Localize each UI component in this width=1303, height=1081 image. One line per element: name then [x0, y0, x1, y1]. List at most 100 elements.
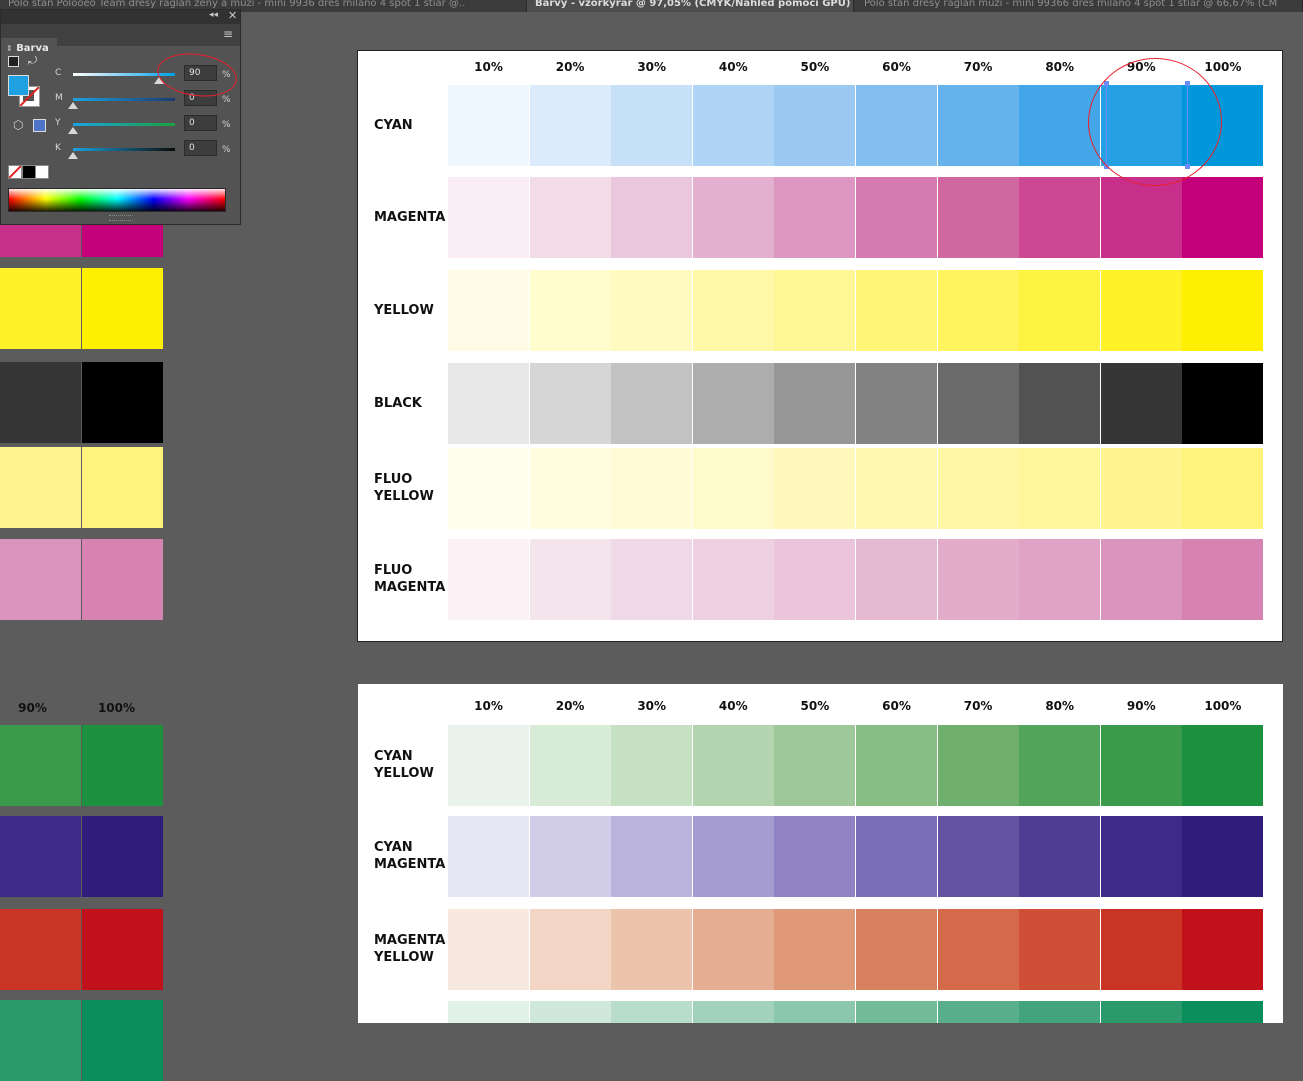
- color-swatch[interactable]: [1019, 539, 1101, 620]
- color-swatch[interactable]: [1182, 909, 1264, 990]
- color-swatch[interactable]: [529, 725, 611, 806]
- color-swatch[interactable]: [1019, 177, 1101, 258]
- color-swatch[interactable]: [82, 1000, 163, 1081]
- color-swatch[interactable]: [611, 270, 693, 351]
- out-of-gamut-cube-icon[interactable]: ⬡: [13, 118, 23, 132]
- color-swatch[interactable]: [856, 539, 937, 620]
- color-swatch[interactable]: [1100, 448, 1182, 529]
- color-swatch[interactable]: [529, 448, 611, 529]
- color-swatch[interactable]: [692, 1001, 774, 1023]
- color-swatch[interactable]: [0, 816, 81, 897]
- color-swatch[interactable]: [937, 909, 1019, 990]
- color-swatch[interactable]: [856, 177, 937, 258]
- color-swatch[interactable]: [611, 448, 693, 529]
- color-swatch[interactable]: [692, 725, 774, 806]
- color-swatch[interactable]: [0, 539, 81, 620]
- color-swatch[interactable]: [937, 1001, 1019, 1023]
- color-swatch[interactable]: [82, 268, 163, 349]
- color-swatch[interactable]: [529, 909, 611, 990]
- color-swatch[interactable]: [82, 362, 163, 443]
- color-swatch[interactable]: [774, 1001, 856, 1023]
- color-swatch[interactable]: [0, 447, 81, 528]
- color-swatch[interactable]: [1019, 270, 1101, 351]
- default-colors-icon[interactable]: [8, 56, 19, 67]
- color-swatch[interactable]: [448, 816, 529, 897]
- panel-menu-icon[interactable]: ≡: [223, 27, 233, 41]
- color-swatch[interactable]: [856, 270, 937, 351]
- color-swatch[interactable]: [856, 1001, 937, 1023]
- color-swatch[interactable]: [1100, 909, 1182, 990]
- color-swatch[interactable]: [1100, 816, 1182, 897]
- color-swatch[interactable]: [448, 909, 529, 990]
- color-swatch[interactable]: [1100, 539, 1182, 620]
- color-swatch[interactable]: [611, 1001, 693, 1023]
- color-swatch[interactable]: [1182, 363, 1264, 444]
- color-swatch[interactable]: [611, 85, 693, 166]
- slider-thumb-m[interactable]: [68, 102, 78, 109]
- color-swatch[interactable]: [0, 725, 81, 806]
- color-swatch[interactable]: [774, 725, 856, 806]
- color-swatch[interactable]: [937, 816, 1019, 897]
- color-swatch[interactable]: [1019, 448, 1101, 529]
- document-tab-2[interactable]: Barvy - vzorkyrar @ 97,05% (CMYK/Nahled …: [527, 0, 854, 12]
- color-swatch[interactable]: [774, 270, 856, 351]
- color-swatch[interactable]: [856, 725, 937, 806]
- color-swatch[interactable]: [611, 816, 693, 897]
- color-swatch[interactable]: [448, 448, 529, 529]
- color-swatch[interactable]: [448, 363, 529, 444]
- slider-track-y[interactable]: [73, 123, 175, 126]
- color-swatch[interactable]: [1019, 816, 1101, 897]
- color-swatch[interactable]: [529, 177, 611, 258]
- color-swatch[interactable]: [448, 85, 529, 166]
- color-swatch[interactable]: [692, 363, 774, 444]
- color-swatch[interactable]: [448, 177, 529, 258]
- color-swatch[interactable]: [774, 539, 856, 620]
- color-swatch[interactable]: [529, 363, 611, 444]
- color-swatch[interactable]: [448, 1001, 529, 1023]
- document-tab-3[interactable]: Polo stan dresy raglan muzi - mini 99366…: [856, 0, 1303, 12]
- color-swatch[interactable]: [448, 539, 529, 620]
- color-swatch[interactable]: [774, 177, 856, 258]
- color-swatch[interactable]: [1182, 816, 1264, 897]
- web-safe-color-icon[interactable]: [33, 119, 46, 132]
- color-swatch[interactable]: [448, 270, 529, 351]
- black-color-swatch[interactable]: [22, 165, 36, 179]
- color-swatch[interactable]: [1100, 363, 1182, 444]
- slider-value-y[interactable]: [184, 115, 217, 131]
- slider-thumb-y[interactable]: [68, 127, 78, 134]
- color-swatch[interactable]: [937, 448, 1019, 529]
- color-swatch[interactable]: [611, 909, 693, 990]
- color-swatch[interactable]: [774, 816, 856, 897]
- color-swatch[interactable]: [529, 539, 611, 620]
- color-swatch[interactable]: [937, 85, 1019, 166]
- color-swatch[interactable]: [0, 909, 81, 990]
- slider-track-k[interactable]: [73, 148, 175, 151]
- color-swatch[interactable]: [937, 539, 1019, 620]
- color-swatch[interactable]: [856, 909, 937, 990]
- color-swatch[interactable]: [692, 448, 774, 529]
- color-swatch[interactable]: [529, 85, 611, 166]
- color-swatch[interactable]: [856, 816, 937, 897]
- none-color-swatch[interactable]: [8, 165, 22, 179]
- color-spectrum-ramp[interactable]: [8, 188, 226, 212]
- color-swatch[interactable]: [1182, 1001, 1264, 1023]
- color-swatch[interactable]: [1182, 725, 1264, 806]
- color-swatch[interactable]: [611, 725, 693, 806]
- color-swatch[interactable]: [1100, 270, 1182, 351]
- slider-track-m[interactable]: [73, 98, 175, 101]
- close-icon[interactable]: ✕: [228, 9, 237, 22]
- color-swatch[interactable]: [1182, 177, 1264, 258]
- slider-thumb-k[interactable]: [68, 152, 78, 159]
- color-swatch[interactable]: [774, 909, 856, 990]
- color-swatch[interactable]: [692, 816, 774, 897]
- white-color-swatch[interactable]: [35, 165, 49, 179]
- color-swatch[interactable]: [0, 1000, 81, 1081]
- color-swatch[interactable]: [82, 725, 163, 806]
- color-swatch[interactable]: [529, 816, 611, 897]
- color-swatch[interactable]: [1100, 1001, 1182, 1023]
- color-swatch[interactable]: [611, 177, 693, 258]
- color-swatch[interactable]: [1019, 909, 1101, 990]
- color-swatch[interactable]: [1182, 539, 1264, 620]
- color-swatch[interactable]: [774, 363, 856, 444]
- color-swatch[interactable]: [937, 270, 1019, 351]
